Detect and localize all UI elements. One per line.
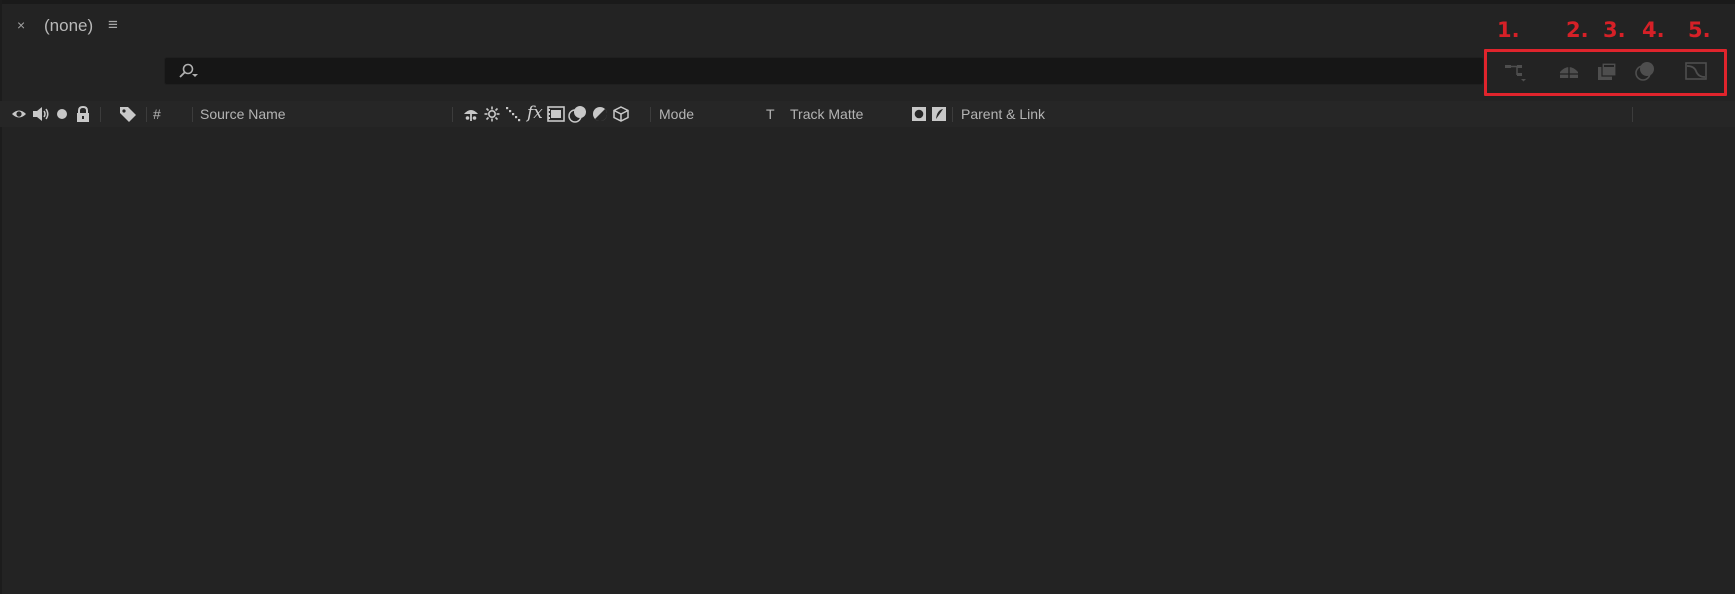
annotation-label-2: 2. — [1566, 18, 1589, 42]
panel-top-border — [0, 0, 1735, 4]
layer-search-field[interactable] — [164, 57, 1484, 85]
column-track-matte[interactable]: Track Matte — [790, 106, 863, 122]
column-source-name[interactable]: Source Name — [200, 106, 286, 122]
3d-layer-icon[interactable] — [613, 106, 629, 122]
collapse-icon[interactable] — [484, 106, 500, 122]
effects-icon[interactable]: fx — [527, 103, 543, 123]
column-divider — [146, 107, 147, 122]
close-tab-button[interactable]: × — [17, 17, 25, 33]
layer-list-area[interactable] — [2, 127, 1735, 594]
audio-icon[interactable] — [32, 106, 50, 122]
column-mode[interactable]: Mode — [659, 106, 694, 122]
frame-blend-icon[interactable] — [547, 106, 565, 122]
matte-alpha-icon[interactable] — [911, 106, 927, 122]
annotation-label-3: 3. — [1603, 18, 1626, 42]
layer-column-header: # Source Name fx Mode T Track Matte Pare… — [0, 101, 1735, 127]
solo-icon[interactable] — [56, 106, 68, 122]
column-divider — [192, 107, 193, 122]
annotation-label-5: 5. — [1688, 18, 1711, 42]
label-tag-icon[interactable] — [119, 106, 137, 122]
column-divider — [650, 107, 651, 122]
annotation-label-4: 4. — [1642, 18, 1665, 42]
shy-icon[interactable] — [462, 106, 480, 122]
adjustment-layer-icon[interactable] — [592, 106, 608, 122]
column-parent-link[interactable]: Parent & Link — [961, 106, 1045, 122]
column-divider — [452, 107, 453, 122]
lock-icon[interactable] — [76, 106, 90, 122]
column-divider — [100, 107, 101, 122]
column-t[interactable]: T — [766, 106, 775, 122]
column-number[interactable]: # — [153, 106, 161, 122]
motion-blur-icon[interactable] — [568, 106, 588, 123]
search-icon[interactable] — [177, 63, 201, 86]
matte-luma-icon[interactable] — [931, 106, 947, 122]
column-divider — [1632, 107, 1633, 122]
quality-icon[interactable] — [505, 106, 521, 122]
panel-menu-icon[interactable]: ≡ — [108, 15, 118, 35]
column-divider — [952, 107, 953, 122]
panel-tab-title[interactable]: (none) — [44, 16, 93, 36]
eye-icon[interactable] — [11, 106, 27, 122]
annotation-highlight-box — [1484, 49, 1727, 96]
annotation-label-1: 1. — [1497, 18, 1520, 42]
